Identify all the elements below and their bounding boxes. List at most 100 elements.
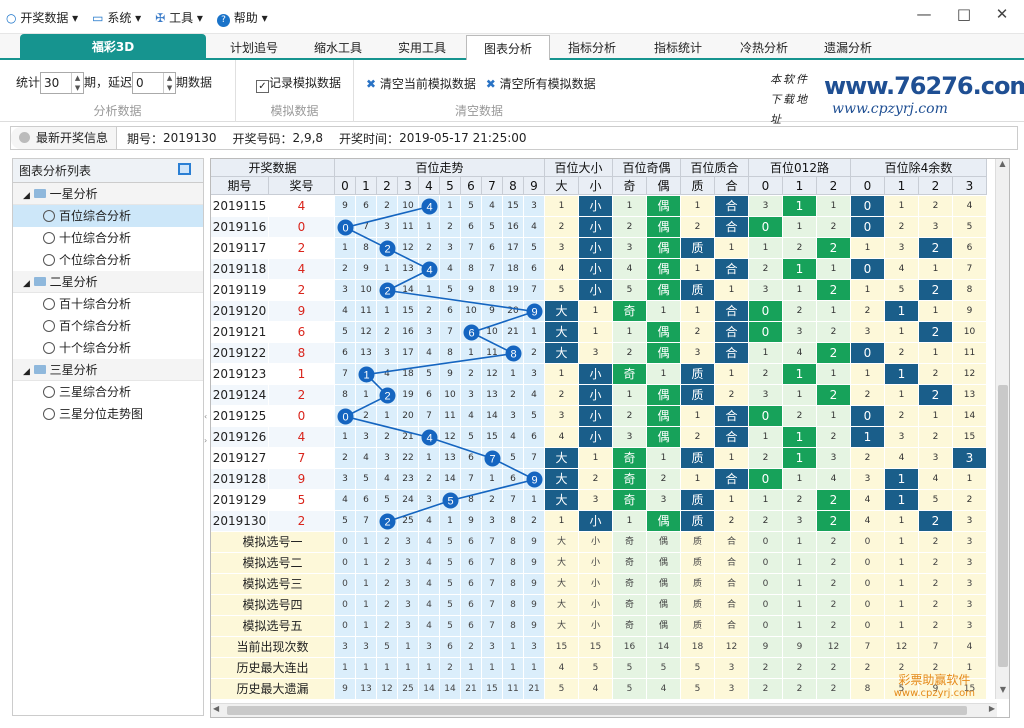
scroll-thumb[interactable] xyxy=(998,385,1008,667)
tree-item[interactable]: 百个综合分析 xyxy=(13,315,203,337)
minimize-button[interactable]: — xyxy=(904,1,944,27)
column-header[interactable]: 3 xyxy=(953,177,987,195)
stat-spinner[interactable]: 30 ▲ ▼ xyxy=(40,72,85,94)
tree-item[interactable]: 三星综合分析 xyxy=(13,381,203,403)
column-header[interactable]: 1 xyxy=(885,177,919,195)
digit-cell: 8 xyxy=(440,343,461,364)
column-header[interactable]: 3 xyxy=(398,177,419,195)
digit-cell: 24 xyxy=(398,490,419,511)
collapse-icon[interactable]: ◢ xyxy=(23,191,30,201)
column-header[interactable]: 1 xyxy=(783,177,817,195)
data-cell: 1 xyxy=(749,490,783,511)
menu-system[interactable]: ▭ 系统 ▾ xyxy=(92,9,141,27)
scroll-right-icon[interactable]: ▶ xyxy=(989,704,995,713)
digit-cell: 15 xyxy=(398,301,419,322)
maximize-button[interactable]: □ xyxy=(944,1,984,27)
tab-6[interactable]: 指标统计 xyxy=(636,35,720,60)
tree-item[interactable]: 十位综合分析 xyxy=(13,227,203,249)
tree-item[interactable]: 三星分位走势图 xyxy=(13,403,203,425)
column-header[interactable]: 合 xyxy=(715,177,749,195)
column-header[interactable]: 奇 xyxy=(613,177,647,195)
column-header[interactable]: 9 xyxy=(524,177,545,195)
data-cell: 1 xyxy=(919,406,953,427)
scroll-left-icon[interactable]: ◀ xyxy=(213,704,219,713)
tab-4[interactable]: 图表分析 xyxy=(466,35,550,60)
horizontal-scrollbar[interactable]: ◀ ▶ xyxy=(211,703,997,717)
latest-draw-button[interactable]: 最新开奖信息 xyxy=(11,127,118,149)
digit-cell: 13 xyxy=(482,385,503,406)
issue-cell: 2019117 xyxy=(211,238,269,259)
column-header[interactable]: 期号 xyxy=(211,177,269,195)
data-cell: 1 xyxy=(545,511,579,532)
tree-item[interactable]: 百十综合分析 xyxy=(13,293,203,315)
sim-cell: 2 xyxy=(440,658,461,679)
scroll-up-icon[interactable]: ▲ xyxy=(996,159,1009,173)
collapse-icon[interactable]: ◢ xyxy=(23,367,30,377)
column-header[interactable]: 大 xyxy=(545,177,579,195)
column-header[interactable]: 0 xyxy=(749,177,783,195)
scroll-down-icon[interactable]: ▼ xyxy=(996,685,1009,699)
column-header[interactable]: 0 xyxy=(851,177,885,195)
data-cell: 1 xyxy=(545,196,579,217)
hit-cell: 合 xyxy=(715,469,749,490)
column-header[interactable]: 5 xyxy=(440,177,461,195)
column-header[interactable]: 小 xyxy=(579,177,613,195)
copy-icon[interactable] xyxy=(178,163,191,175)
vertical-scrollbar[interactable]: ▲ ▼ xyxy=(995,159,1009,699)
tab-5[interactable]: 指标分析 xyxy=(550,35,634,60)
column-header[interactable]: 2 xyxy=(919,177,953,195)
tab-7[interactable]: 冷热分析 xyxy=(722,35,806,60)
delay-spinner[interactable]: 0 ▲ ▼ xyxy=(132,72,177,94)
tree-item[interactable]: 个位综合分析 xyxy=(13,249,203,271)
column-header[interactable]: 7 xyxy=(482,177,503,195)
sim-cell: 1 xyxy=(356,616,377,637)
sim-cell: 1 xyxy=(356,658,377,679)
column-header[interactable]: 0 xyxy=(335,177,356,195)
sim-cell: 7 xyxy=(482,595,503,616)
record-checkbox[interactable]: ✓ 记录模拟数据 xyxy=(256,74,341,93)
column-header[interactable]: 6 xyxy=(461,177,482,195)
group-header: 开奖数据 xyxy=(211,159,335,177)
collapse-icon[interactable]: ◢ xyxy=(23,279,30,289)
sim-cell: 8 xyxy=(851,679,885,700)
column-header[interactable]: 2 xyxy=(817,177,851,195)
tab-brand[interactable]: 福彩3D xyxy=(20,34,206,60)
hit-cell: 0 xyxy=(749,322,783,343)
tree-item[interactable]: 十个综合分析 xyxy=(13,337,203,359)
column-header[interactable]: 偶 xyxy=(647,177,681,195)
column-header[interactable]: 2 xyxy=(377,177,398,195)
h-scroll-thumb[interactable] xyxy=(227,706,967,715)
tab-2[interactable]: 缩水工具 xyxy=(296,35,380,60)
menu-help[interactable]: ? 帮助 ▾ xyxy=(216,9,268,27)
digit-cell: 14 xyxy=(482,406,503,427)
close-button[interactable]: ✕ xyxy=(982,1,1022,27)
data-cell: 2 xyxy=(613,343,647,364)
tab-3[interactable]: 实用工具 xyxy=(380,35,464,60)
menu-kaijiang[interactable]: ○ 开奖数据 ▾ xyxy=(6,9,78,27)
sim-cell: 合 xyxy=(715,532,749,553)
sim-cell: 3 xyxy=(398,574,419,595)
menu-tools[interactable]: ✠ 工具 ▾ xyxy=(155,9,203,27)
column-header[interactable]: 质 xyxy=(681,177,715,195)
data-cell: 1 xyxy=(851,280,885,301)
digit-cell: 6 xyxy=(461,217,482,238)
hit-cell: 大 xyxy=(545,469,579,490)
column-header[interactable]: 1 xyxy=(356,177,377,195)
column-header[interactable]: 奖号 xyxy=(269,177,335,195)
tab-8[interactable]: 遗漏分析 xyxy=(806,35,890,60)
tree-group[interactable]: ◢ 一星分析 xyxy=(13,183,203,205)
clear-all-button[interactable]: ✖ 清空所有模拟数据 xyxy=(486,77,596,91)
tree-group[interactable]: ◢ 二星分析 xyxy=(13,271,203,293)
spinner-arrows-icon[interactable]: ▲ ▼ xyxy=(71,73,83,93)
tree-group[interactable]: ◢ 三星分析 xyxy=(13,359,203,381)
tree-item[interactable]: 百位综合分析 xyxy=(13,205,203,227)
spinner-arrows-icon[interactable]: ▲ ▼ xyxy=(163,73,175,93)
sim-cell: 3 xyxy=(419,637,440,658)
clear-current-button[interactable]: ✖ 清空当前模拟数据 xyxy=(366,77,476,91)
column-header[interactable]: 4 xyxy=(419,177,440,195)
tab-1[interactable]: 计划追号 xyxy=(212,35,296,60)
column-header[interactable]: 8 xyxy=(503,177,524,195)
folder-icon xyxy=(33,189,46,198)
checkbox-icon[interactable]: ✓ xyxy=(256,80,269,93)
time-value: 2019-05-17 21:25:00 xyxy=(399,131,527,145)
